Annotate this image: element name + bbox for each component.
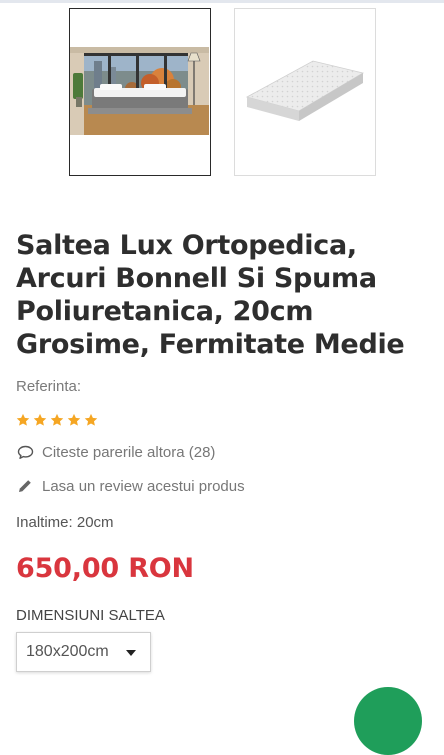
bedroom-image xyxy=(70,47,209,135)
star-icon xyxy=(16,413,30,426)
size-select[interactable]: 180x200cm xyxy=(16,632,151,672)
read-reviews-text[interactable]: Citeste parerile altora (28) xyxy=(42,444,215,461)
star-icon xyxy=(50,413,64,426)
product-title: Saltea Lux Ortopedica, Arcuri Bonnell Si… xyxy=(16,230,405,360)
product-price: 650,00 RON xyxy=(16,553,194,584)
speech-bubble-icon xyxy=(16,443,34,461)
pencil-icon xyxy=(16,477,34,495)
product-thumbnail-room[interactable] xyxy=(69,8,211,176)
caret-down-icon xyxy=(126,650,136,656)
size-label: DIMENSIUNI SALTEA xyxy=(16,607,165,624)
star-icon xyxy=(33,413,47,426)
product-thumbnail-mattress[interactable] xyxy=(234,8,376,176)
star-icon xyxy=(67,413,81,426)
reference-label: Referinta: xyxy=(16,378,82,395)
chat-button[interactable] xyxy=(354,687,422,755)
rating-stars xyxy=(16,413,98,429)
size-selected-value: 180x200cm xyxy=(26,643,109,660)
mattress-image xyxy=(245,60,365,121)
write-review-text[interactable]: Lasa un review acestui produs xyxy=(42,478,245,495)
top-divider xyxy=(0,0,444,3)
read-reviews-link[interactable]: Citeste parerile altora (28) xyxy=(16,443,215,461)
write-review-link[interactable]: Lasa un review acestui produs xyxy=(16,477,245,495)
star-icon xyxy=(84,413,98,426)
height-info: Inaltime: 20cm xyxy=(16,514,114,531)
